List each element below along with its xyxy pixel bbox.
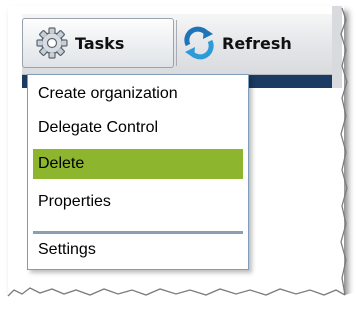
menu-item-delete[interactable]: Delete [33, 149, 243, 179]
menu-item-settings[interactable]: Settings [33, 235, 243, 265]
menu-item-properties[interactable]: Properties [33, 187, 243, 217]
toolbar-separator [176, 20, 177, 66]
toolbar: Tasks Refresh [22, 14, 332, 75]
tasks-button[interactable]: Tasks [22, 18, 174, 68]
refresh-label: Refresh [222, 33, 292, 53]
tasks-dropdown-menu: Create organization Delegate Control Del… [27, 74, 249, 270]
menu-item-create-organization[interactable]: Create organization [33, 79, 243, 109]
menu-item-delegate-control[interactable]: Delegate Control [33, 113, 243, 143]
refresh-button[interactable]: Refresh [180, 18, 332, 68]
menu-separator [33, 231, 243, 234]
tasks-label: Tasks [75, 33, 125, 53]
refresh-arrows-icon [184, 26, 214, 60]
gear-icon [36, 27, 68, 59]
window-edge [332, 6, 342, 88]
